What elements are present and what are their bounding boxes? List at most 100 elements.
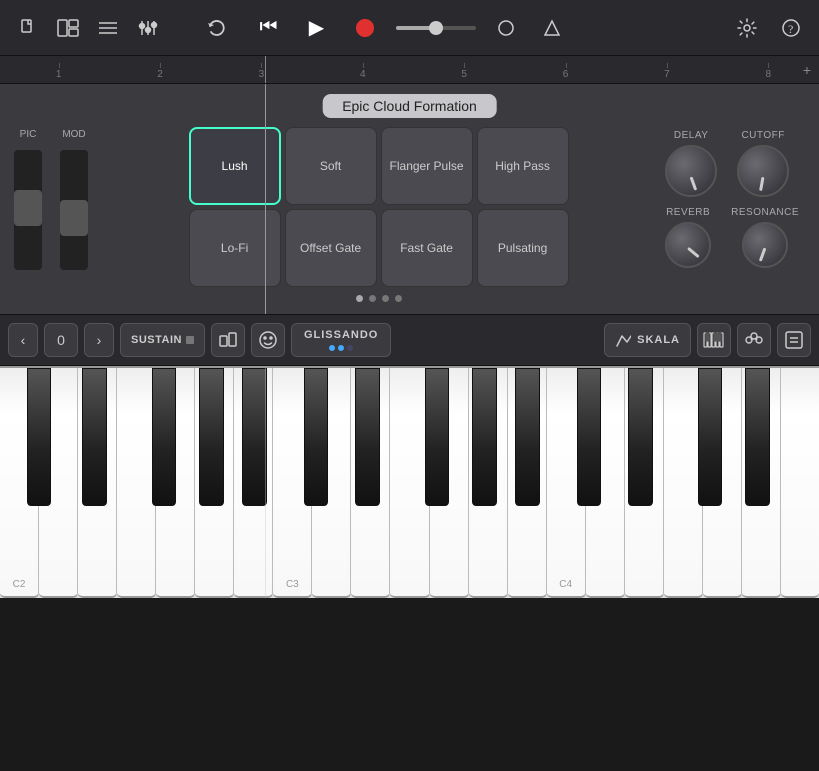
piano-wrapper: C2 C3 C4 — [0, 368, 819, 598]
chord-button[interactable] — [737, 323, 771, 357]
mixer-icon[interactable] — [132, 12, 164, 44]
resonance-knob-group: RESONANCE — [731, 207, 799, 268]
octave-display: 0 — [44, 323, 78, 357]
document-icon[interactable] — [12, 12, 44, 44]
glissando-dots — [329, 345, 353, 351]
pad-lo-fi[interactable]: Lo-Fi — [189, 209, 281, 287]
resonance-knob[interactable] — [742, 222, 788, 268]
mod-slider-thumb — [60, 200, 88, 236]
knobs-bottom-row: REVERB RESONANCE — [665, 207, 799, 268]
pad-dot-2[interactable] — [369, 295, 376, 302]
settings2-button[interactable] — [777, 323, 811, 357]
black-key-cs2[interactable] — [27, 368, 52, 506]
c4-label: C4 — [559, 579, 572, 590]
black-key-gs2[interactable] — [199, 368, 224, 506]
reverb-knob[interactable] — [665, 222, 711, 268]
ruler-mark-4: 4 — [312, 69, 413, 80]
white-key-b4[interactable] — [781, 368, 819, 598]
piano-view-button[interactable] — [697, 323, 731, 357]
pic-slider[interactable] — [14, 150, 42, 270]
preset-name[interactable]: Epic Cloud Formation — [322, 94, 497, 118]
black-key-ds4[interactable] — [628, 368, 653, 506]
ruler-playhead — [265, 56, 266, 83]
toolbar-center: ⏮ ▶ — [252, 11, 568, 45]
volume-thumb — [429, 21, 443, 35]
pad-high-pass[interactable]: High Pass — [477, 127, 569, 205]
toolbar: ⏮ ▶ ? — [0, 0, 819, 56]
left-sliders-panel: PIC MOD — [0, 119, 102, 280]
delay-indicator — [690, 176, 698, 190]
octave-down-button[interactable]: ‹ — [8, 323, 38, 357]
play-button[interactable]: ▶ — [300, 11, 334, 45]
black-key-cs4[interactable] — [577, 368, 602, 506]
black-key-fs3[interactable] — [425, 368, 450, 506]
pic-slider-thumb — [14, 190, 42, 226]
black-key-fs4[interactable] — [698, 368, 723, 506]
pad-page-dots — [356, 295, 402, 302]
delay-label: DELAY — [674, 130, 709, 141]
pad-pulsating[interactable]: Pulsating — [477, 209, 569, 287]
pad-fast-gate[interactable]: Fast Gate — [381, 209, 473, 287]
c3-label: C3 — [286, 579, 299, 590]
knobs-top-row: DELAY CUTOFF — [665, 130, 799, 197]
glissando-dot-1 — [329, 345, 335, 351]
record-button[interactable] — [348, 11, 382, 45]
skala-button[interactable]: SKALA — [604, 323, 691, 357]
tempo-icon[interactable] — [536, 12, 568, 44]
ruler: 1 2 3 4 5 6 7 8 + — [0, 56, 819, 84]
mod-slider[interactable] — [60, 150, 88, 270]
black-key-as3[interactable] — [515, 368, 540, 506]
emoji-button[interactable] — [251, 323, 285, 357]
glissando-dot-3 — [347, 345, 353, 351]
pad-dot-3[interactable] — [382, 295, 389, 302]
sustain-button[interactable]: SUSTAIN — [120, 323, 205, 357]
white-key-f3[interactable] — [390, 368, 429, 598]
metronome-icon[interactable] — [490, 12, 522, 44]
glissando-button[interactable]: GLISSANDO — [291, 323, 391, 357]
cutoff-knob-group: CUTOFF — [737, 130, 789, 197]
pad-grid-container: Lush Soft Flanger Pulse High Pass Lo-Fi … — [102, 87, 655, 312]
cutoff-label: CUTOFF — [741, 130, 784, 141]
pad-dot-1[interactable] — [356, 295, 363, 302]
undo-icon[interactable] — [200, 12, 232, 44]
window-icon[interactable] — [52, 12, 84, 44]
list-icon[interactable] — [92, 12, 124, 44]
pad-lush[interactable]: Lush — [189, 127, 281, 205]
ruler-plus-button[interactable]: + — [803, 62, 811, 78]
volume-slider[interactable] — [396, 26, 476, 30]
instrument-button[interactable] — [211, 323, 245, 357]
skala-label: SKALA — [637, 334, 680, 346]
sustain-indicator — [186, 336, 194, 344]
black-key-gs3[interactable] — [472, 368, 497, 506]
settings-icon[interactable] — [731, 12, 763, 44]
resonance-indicator — [759, 247, 767, 261]
rewind-button[interactable]: ⏮ — [252, 11, 286, 45]
black-key-gs4[interactable] — [745, 368, 770, 506]
white-key-f4[interactable] — [664, 368, 703, 598]
reverb-knob-group: REVERB — [665, 207, 711, 268]
pad-flanger-pulse[interactable]: Flanger Pulse — [381, 127, 473, 205]
white-keys: C2 C3 C4 — [0, 368, 819, 598]
delay-knob[interactable] — [665, 145, 717, 197]
cutoff-knob[interactable] — [737, 145, 789, 197]
octave-up-button[interactable]: › — [84, 323, 114, 357]
ruler-mark-5: 5 — [414, 69, 515, 80]
help-icon[interactable]: ? — [775, 12, 807, 44]
white-key-f2[interactable] — [117, 368, 156, 598]
black-key-cs3[interactable] — [304, 368, 329, 506]
svg-text:?: ? — [788, 22, 793, 36]
pad-offset-gate[interactable]: Offset Gate — [285, 209, 377, 287]
black-key-ds3[interactable] — [355, 368, 380, 506]
toolbar-right: ? — [568, 12, 808, 44]
pad-dot-4[interactable] — [395, 295, 402, 302]
slider-labels: PIC MOD — [14, 129, 88, 140]
toolbar-left — [12, 12, 252, 44]
ruler-mark-6: 6 — [515, 69, 616, 80]
delay-knob-group: DELAY — [665, 130, 717, 197]
pic-label: PIC — [14, 129, 42, 140]
black-key-as2[interactable] — [242, 368, 267, 506]
pad-soft[interactable]: Soft — [285, 127, 377, 205]
ruler-mark-2: 2 — [109, 69, 210, 80]
black-key-ds2[interactable] — [82, 368, 107, 506]
black-key-fs2[interactable] — [152, 368, 177, 506]
